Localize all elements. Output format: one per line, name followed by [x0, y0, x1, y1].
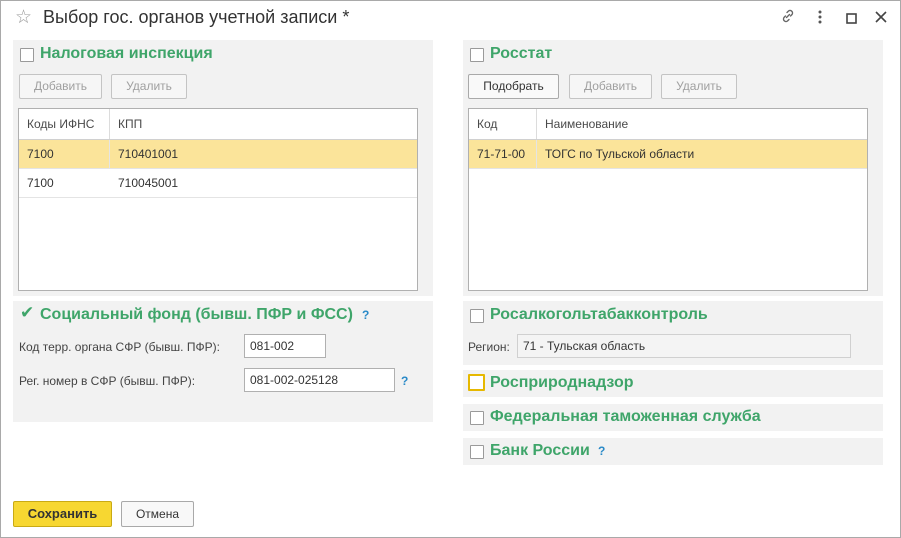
column-header-ifns-codes[interactable]: Коды ИФНС: [19, 109, 109, 139]
region-label: Регион:: [468, 340, 510, 354]
tax-table-header: Коды ИФНС КПП: [19, 109, 417, 140]
rosalko-checkbox[interactable]: [470, 309, 484, 323]
reg-number-label: Рег. номер в СФР (бывш. ПФР):: [19, 374, 196, 388]
table-row[interactable]: 71-71-00 ТОГС по Тульской области: [469, 140, 867, 169]
social-fund-panel: Социальный фонд (бывш. ПФР и ФСС) ? Код …: [13, 301, 433, 422]
cancel-button[interactable]: Отмена: [121, 501, 194, 527]
table-row[interactable]: 7100 710401001: [19, 140, 417, 169]
customs-panel: Федеральная таможенная служба: [463, 404, 883, 431]
social-fund-checkbox[interactable]: [20, 303, 34, 323]
tax-delete-button[interactable]: Удалить: [111, 74, 187, 99]
rosstat-title: Росстат: [490, 45, 553, 62]
rosstat-pick-button[interactable]: Подобрать: [468, 74, 559, 99]
rosstat-checkbox[interactable]: [470, 48, 484, 62]
ifns-code-cell: 7100: [27, 147, 54, 161]
column-header-name[interactable]: Наименование: [536, 109, 867, 139]
customs-checkbox[interactable]: [470, 411, 484, 425]
terr-code-field[interactable]: 081-002: [244, 334, 326, 358]
rosstat-add-button[interactable]: Добавить: [569, 74, 652, 99]
tax-table: Коды ИФНС КПП 7100 710401001 7100 710045…: [18, 108, 418, 291]
tax-inspection-panel: Налоговая инспекция Добавить Удалить Код…: [13, 40, 433, 296]
rosstat-delete-button[interactable]: Удалить: [661, 74, 737, 99]
dialog-window: ☆ Выбор гос. органов учетной записи * На…: [0, 0, 901, 538]
bank-panel: Банк России ?: [463, 438, 883, 465]
more-icon[interactable]: [817, 9, 823, 28]
column-header-code[interactable]: Код: [469, 109, 536, 139]
social-fund-help-icon[interactable]: ?: [362, 308, 369, 322]
link-icon[interactable]: [780, 8, 796, 27]
region-field[interactable]: 71 - Тульская область: [517, 334, 851, 358]
maximize-icon[interactable]: [846, 11, 857, 27]
save-button[interactable]: Сохранить: [13, 501, 112, 527]
bank-title: Банк России: [490, 442, 590, 459]
rosprirod-checkbox[interactable]: [468, 374, 485, 391]
tax-inspection-checkbox[interactable]: [20, 48, 34, 62]
tax-inspection-title: Налоговая инспекция: [40, 45, 213, 62]
rosstat-code-cell: 71-71-00: [477, 147, 526, 161]
reg-number-help-icon[interactable]: ?: [401, 374, 408, 388]
reg-number-field[interactable]: 081-002-025128: [244, 368, 395, 392]
terr-code-label: Код терр. органа СФР (бывш. ПФР):: [19, 340, 220, 354]
rosprirod-title: Росприроднадзор: [490, 374, 634, 391]
rosstat-panel: Росстат Подобрать Добавить Удалить Код Н…: [463, 40, 883, 296]
window-title: Выбор гос. органов учетной записи *: [43, 7, 350, 27]
rosalko-panel: Росалкогольтабакконтроль Регион: 71 - Ту…: [463, 301, 883, 365]
table-row[interactable]: 7100 710045001: [19, 169, 417, 198]
star-icon[interactable]: ☆: [15, 6, 32, 29]
bank-help-icon[interactable]: ?: [598, 444, 605, 458]
title-bar: ☆ Выбор гос. органов учетной записи *: [1, 1, 900, 35]
social-fund-title: Социальный фонд (бывш. ПФР и ФСС): [40, 306, 353, 323]
kpp-cell: 710045001: [118, 176, 179, 190]
kpp-cell: 710401001: [109, 140, 417, 168]
close-icon[interactable]: [875, 10, 887, 26]
rosstat-name-cell: ТОГС по Тульской области: [536, 140, 867, 168]
tax-add-button[interactable]: Добавить: [19, 74, 102, 99]
rosprirod-panel: Росприроднадзор: [463, 370, 883, 397]
customs-title: Федеральная таможенная служба: [490, 408, 761, 425]
bank-checkbox[interactable]: [470, 445, 484, 459]
rosstat-table-header: Код Наименование: [469, 109, 867, 140]
column-header-kpp[interactable]: КПП: [109, 109, 417, 139]
ifns-code-cell: 7100: [27, 176, 54, 190]
rosstat-table: Код Наименование 71-71-00 ТОГС по Тульск…: [468, 108, 868, 291]
rosalko-title: Росалкогольтабакконтроль: [490, 306, 708, 323]
